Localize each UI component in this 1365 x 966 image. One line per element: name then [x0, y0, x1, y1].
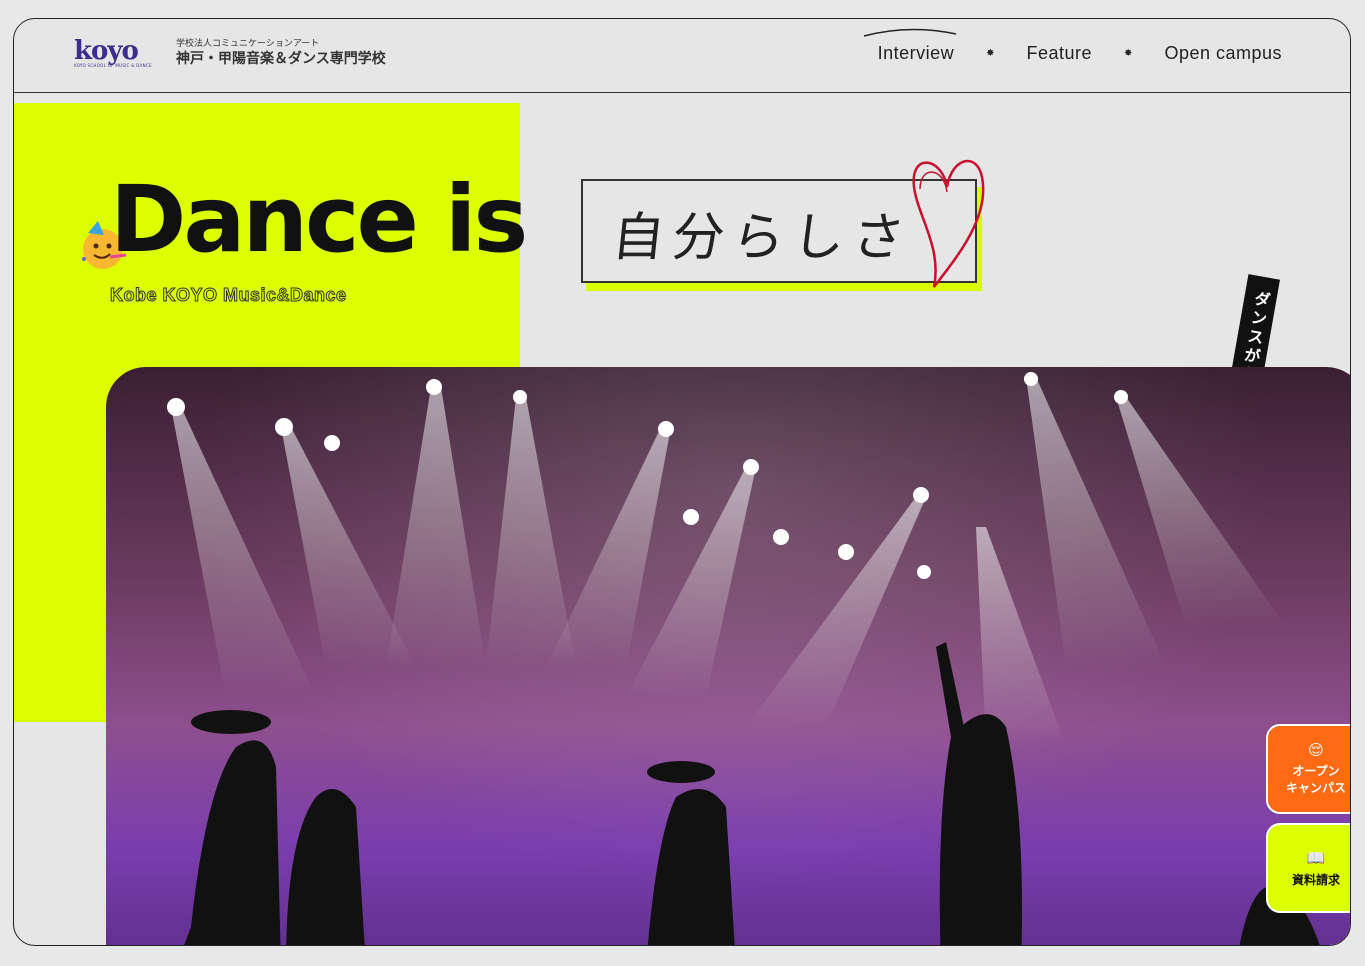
logo-mark: koyo KOYO SCHOOL OF MUSIC & DANCE: [74, 36, 162, 68]
nav-separator-star: ✸: [1124, 48, 1133, 59]
site-header: koyo KOYO SCHOOL OF MUSIC & DANCE 学校法人コミ…: [14, 19, 1350, 93]
stage-lights-graphic: [167, 372, 1320, 945]
open-campus-button[interactable]: 😌 オープン キャンパス: [1266, 724, 1350, 814]
nav-open-campus[interactable]: Open campus: [1164, 43, 1282, 64]
logo-text: 学校法人コミュニケーションアート 神戸・甲陽音楽＆ダンス専門学校: [176, 38, 386, 68]
logo-word: koyo: [74, 36, 139, 66]
hero-subtitle: Kobe KOYO Music&Dance: [110, 285, 347, 306]
hero-stage-photo: [106, 367, 1350, 945]
open-campus-line1: オープン: [1292, 763, 1340, 778]
corporation-name: 学校法人コミュニケーションアート: [176, 39, 320, 49]
school-name: 神戸・甲陽音楽＆ダンス専門学校: [176, 51, 386, 67]
nav-feature[interactable]: Feature: [1027, 43, 1093, 64]
open-campus-line2: キャンパス: [1285, 780, 1346, 795]
nav-separator-star: ✸: [986, 48, 995, 59]
brochure-request-button[interactable]: 📖 資料請求: [1266, 823, 1350, 913]
page-frame: koyo KOYO SCHOOL OF MUSIC & DANCE 学校法人コミ…: [13, 18, 1351, 946]
main-nav: Interview ✸ Feature ✸ Open campus: [878, 43, 1282, 64]
logo-subtitle: KOYO SCHOOL OF MUSIC & DANCE: [74, 63, 152, 68]
hero-title: Dance is: [110, 166, 528, 273]
nav-interview[interactable]: Interview: [878, 43, 955, 64]
book-icon: 📖: [1306, 848, 1326, 867]
school-logo[interactable]: koyo KOYO SCHOOL OF MUSIC & DANCE 学校法人コミ…: [74, 36, 386, 68]
nav-underline-arc: [863, 28, 957, 37]
handwritten-text: 自分らしさ: [609, 208, 916, 268]
brochure-label: 資料請求: [1291, 872, 1340, 887]
heart-doodle-icon: [912, 159, 985, 288]
relieved-face-icon: 😌: [1308, 740, 1324, 759]
